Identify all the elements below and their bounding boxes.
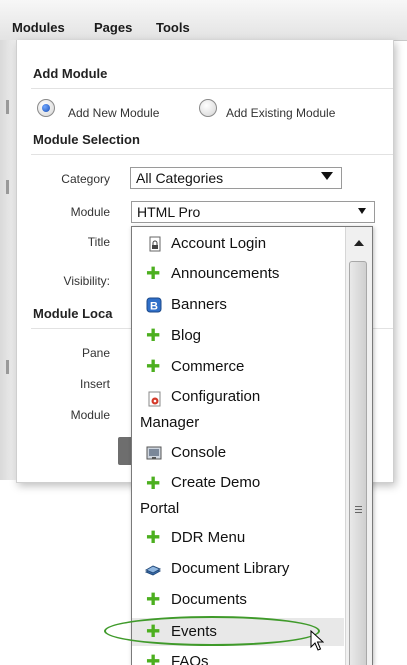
dropdown-item-label: Announcements — [171, 265, 280, 282]
category-select[interactable]: All Categories — [130, 167, 342, 189]
title-label: Title — [87, 235, 110, 249]
banners-icon: B — [146, 297, 162, 313]
dropdown-item-label: Banners — [171, 296, 227, 313]
insert-label: Insert — [79, 377, 110, 391]
puzzle-icon: ✚ — [146, 264, 161, 283]
radio-selected-dot — [42, 104, 50, 112]
add-module-title: Add Module — [33, 66, 108, 81]
dropdown-item-label: DDR Menu — [171, 529, 246, 546]
dropdown-item-label: Blog — [171, 327, 202, 344]
category-select-value: All Categories — [136, 170, 224, 186]
menu-modules[interactable]: Modules — [12, 20, 65, 35]
puzzle-icon: ✚ — [146, 590, 161, 609]
module-position-label: Module — [70, 408, 110, 422]
dropdown-item-label: Account Login — [171, 235, 267, 252]
highlight-ellipse — [104, 616, 320, 646]
divider — [31, 154, 393, 155]
module-location-title: Module Loca — [33, 306, 113, 321]
radio-add-new-module[interactable] — [37, 99, 55, 117]
dropdown-item-label-continued: Portal — [140, 500, 180, 517]
mouse-cursor-icon — [310, 630, 324, 651]
document-library-icon — [145, 565, 161, 576]
dropdown-item-label: Commerce — [171, 358, 245, 375]
dropdown-item[interactable]: ✚ Create Demo Portal — [132, 470, 344, 522]
puzzle-icon: ✚ — [146, 357, 161, 376]
dropdown-item[interactable]: B Banners — [132, 292, 344, 318]
category-label: Category — [61, 172, 110, 186]
svg-text:B: B — [150, 301, 158, 313]
dropdown-item[interactable]: Account Login — [132, 231, 344, 257]
dropdown-item-label: Create Demo — [171, 474, 261, 491]
radio-add-existing-module[interactable] — [199, 99, 217, 117]
dropdown-item[interactable]: Document Library — [132, 556, 344, 582]
puzzle-icon: ✚ — [146, 652, 161, 665]
puzzle-icon: ✚ — [146, 528, 161, 547]
dropdown-item-label: Document Library — [171, 560, 290, 577]
pane-label: Pane — [81, 346, 110, 360]
puzzle-icon: ✚ — [146, 474, 161, 493]
divider — [31, 88, 393, 89]
dropdown-item[interactable]: ✚ Blog — [132, 323, 344, 349]
configuration-icon — [148, 391, 161, 407]
puzzle-icon: ✚ — [146, 326, 161, 345]
dropdown-item-label: Configuration — [171, 388, 261, 405]
dropdown-item-label: FAQs — [171, 653, 209, 665]
dropdown-item[interactable]: Configuration Manager — [132, 384, 344, 436]
menu-pages[interactable]: Pages — [94, 20, 132, 35]
module-label: Module — [70, 205, 110, 219]
dropdown-item[interactable]: ✚ DDR Menu — [132, 525, 344, 551]
dropdown-scrollbar[interactable] — [345, 227, 372, 665]
console-icon — [146, 446, 162, 460]
visibility-label: Visibility: — [63, 274, 110, 288]
dropdown-item-label: Documents — [171, 591, 247, 608]
dropdown-item-label-continued: Manager — [140, 414, 200, 431]
radio-add-new-label: Add New Module — [68, 106, 160, 120]
dropdown-item-label: Console — [171, 444, 227, 461]
login-page-icon — [149, 236, 161, 252]
chevron-down-icon — [321, 172, 333, 180]
module-select[interactable]: HTML Pro — [131, 201, 375, 223]
scroll-up-arrow-icon[interactable] — [354, 240, 364, 246]
page-backdrop — [0, 40, 16, 480]
menu-tools[interactable]: Tools — [156, 20, 190, 35]
top-menu-bar: Modules Pages Tools — [0, 0, 407, 41]
dropdown-item[interactable]: ✚ Commerce — [132, 354, 344, 380]
scrollbar-thumb[interactable] — [349, 261, 367, 665]
dropdown-item[interactable]: Console — [132, 440, 344, 466]
module-dropdown-list[interactable]: Account Login ✚ Announcements B Banners … — [131, 226, 373, 665]
dropdown-item[interactable]: ✚ Announcements — [132, 261, 344, 287]
module-select-value: HTML Pro — [137, 204, 201, 220]
chevron-down-icon — [358, 208, 366, 214]
radio-add-existing-label: Add Existing Module — [226, 106, 336, 120]
module-selection-title: Module Selection — [33, 132, 140, 147]
dropdown-item[interactable]: ✚ Documents — [132, 587, 344, 613]
